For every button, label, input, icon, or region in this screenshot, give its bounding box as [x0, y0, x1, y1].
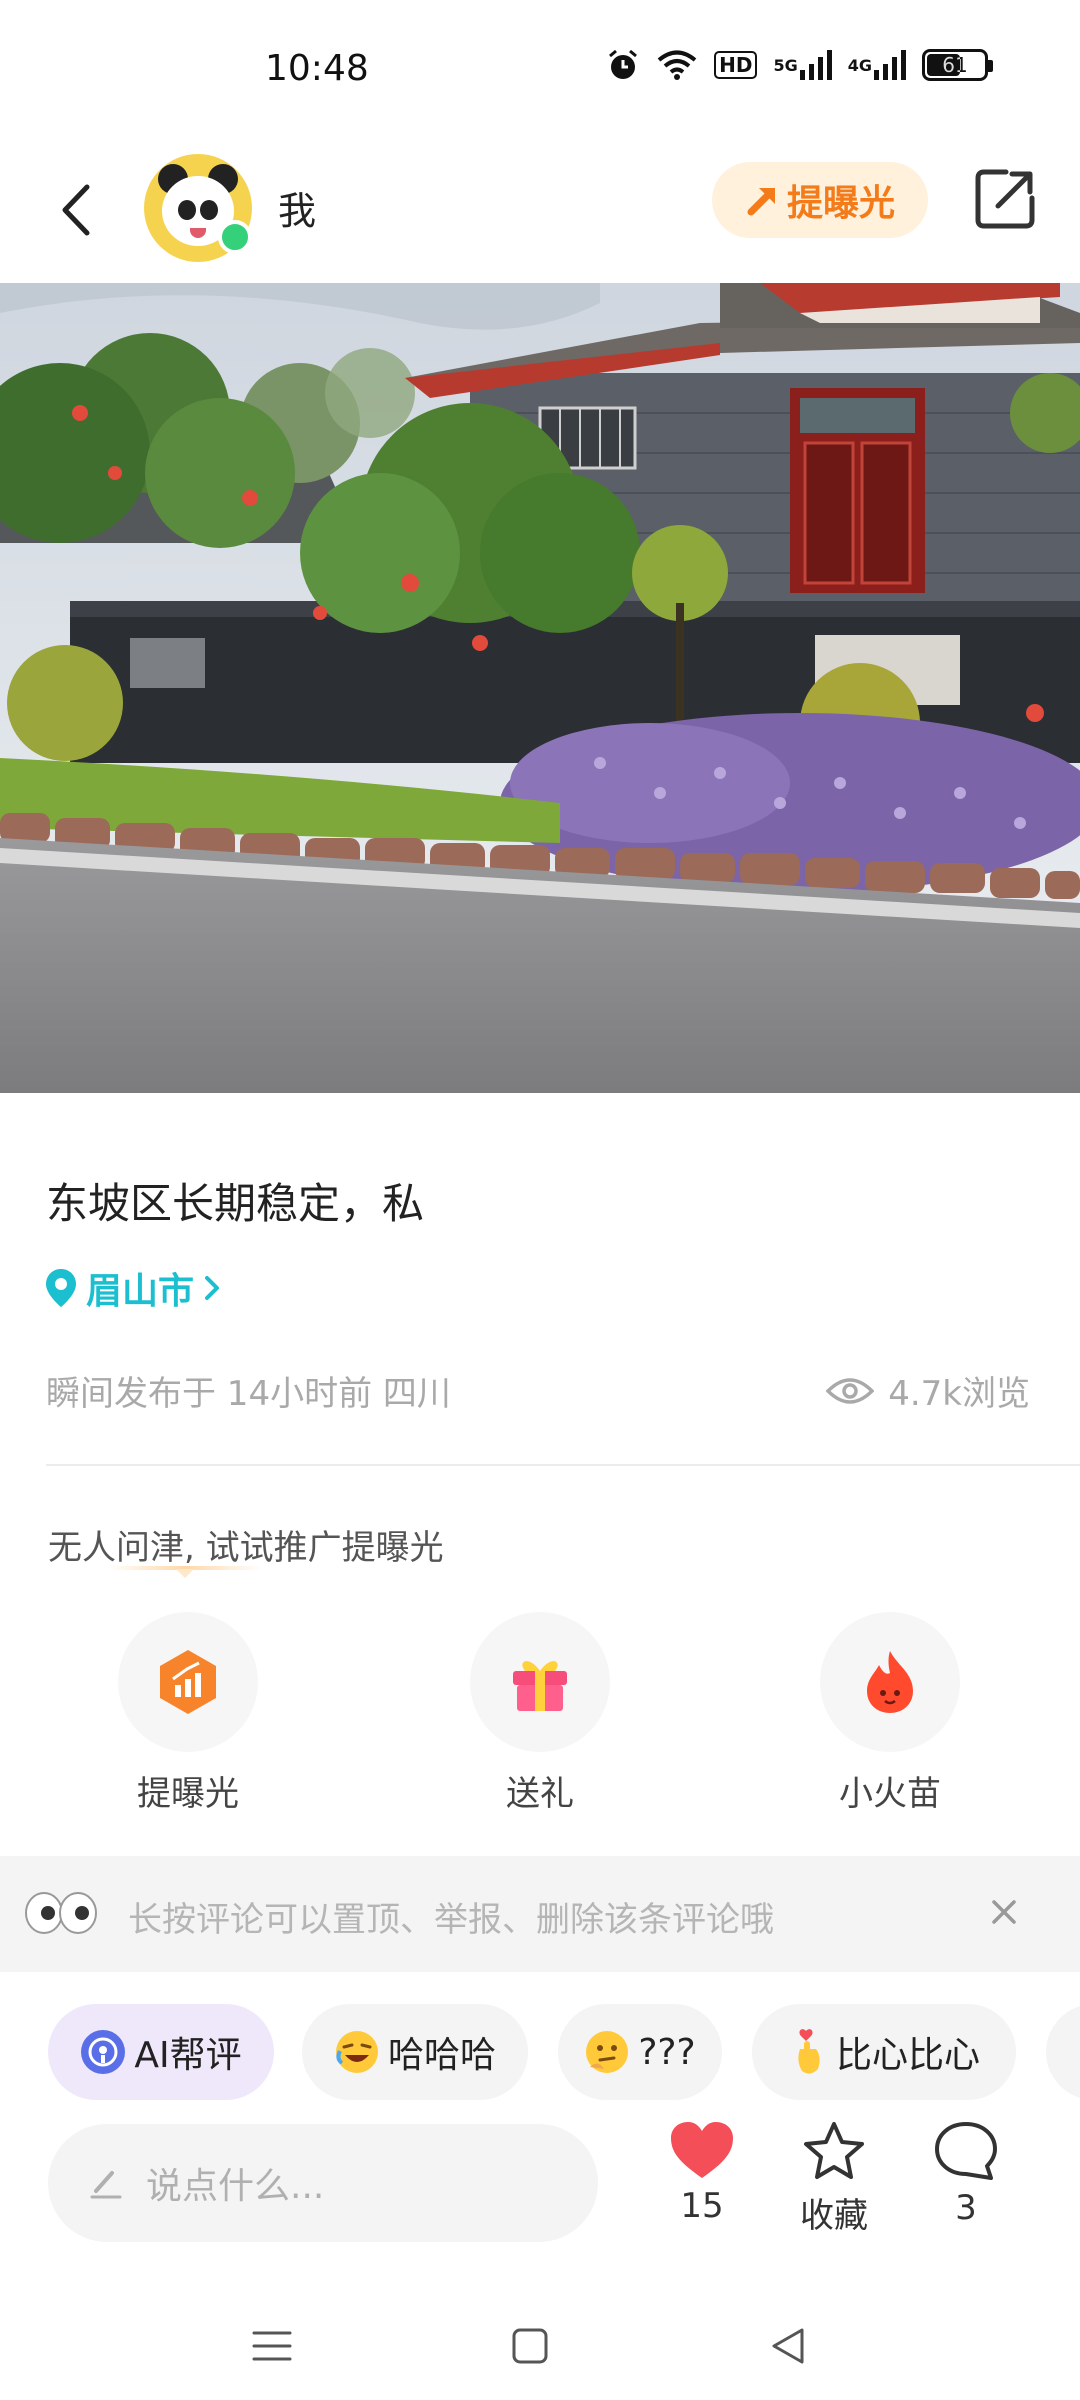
- comment-tip-banner: 长按评论可以置顶、举报、删除该条评论哦: [0, 1856, 1080, 1972]
- comment-input-placeholder: 说点什么...: [146, 2166, 325, 2207]
- back-button[interactable]: [46, 170, 106, 250]
- menu-icon: [252, 2331, 292, 2361]
- nav-back-button[interactable]: [758, 2316, 818, 2376]
- action-boost-label: 提曝光: [137, 1774, 239, 1814]
- quick-reply-chips: AI帮评 哈哈哈 ??? 比心比心: [0, 2004, 1080, 2100]
- tip-text: 长按评论可以置顶、举报、删除该条评论哦: [128, 1900, 774, 1940]
- promo-actions: 提曝光 送礼 小火苗: [0, 1612, 1080, 1815]
- chip-question[interactable]: ???: [558, 2004, 722, 2100]
- action-flame-label: 小火苗: [839, 1774, 941, 1814]
- network-label-4g: 4G: [847, 55, 872, 75]
- hd-icon: HD: [714, 51, 758, 79]
- boost-arrow-icon: [747, 188, 775, 216]
- home-square-icon: [512, 2328, 548, 2364]
- share-icon: [975, 169, 1035, 229]
- comment-bubble-icon: [935, 2122, 997, 2180]
- comment-count: 3: [955, 2188, 977, 2228]
- system-nav-bar: [0, 2290, 1080, 2400]
- signal-5g-icon: 5G: [773, 50, 832, 80]
- post-photo[interactable]: [0, 283, 1080, 1093]
- eyes-icon: [24, 1890, 98, 1936]
- back-triangle-icon: [772, 2328, 804, 2364]
- wifi-icon: [656, 48, 698, 82]
- favorite-button[interactable]: 收藏: [779, 2120, 889, 2237]
- like-button[interactable]: 15: [647, 2120, 757, 2226]
- action-gift[interactable]: 送礼: [440, 1612, 640, 1815]
- location-pin-icon: [46, 1269, 76, 1307]
- heart-icon: [671, 2122, 733, 2178]
- thinking-emoji-icon: [586, 2031, 629, 2073]
- chip-ai-review[interactable]: AI帮评: [48, 2004, 274, 2100]
- post-meta: 瞬间发布于 14小时前 四川: [46, 1374, 451, 1414]
- alarm-icon: [606, 48, 640, 82]
- laughing-emoji-icon: [335, 2031, 378, 2073]
- house-garden-photo: [0, 283, 1080, 1093]
- promo-hint: 无人问津, 试试推广提曝光: [48, 1528, 444, 1568]
- comment-input[interactable]: 说点什么...: [48, 2124, 598, 2242]
- status-time: 10:48: [265, 48, 369, 89]
- like-count: 15: [680, 2186, 724, 2226]
- online-status-dot: [218, 220, 252, 254]
- post-title: 东坡区长期稳定，私: [46, 1179, 425, 1228]
- chip-finger-heart[interactable]: 比心比心: [752, 2004, 1016, 2100]
- nav-home-button[interactable]: [500, 2316, 560, 2376]
- view-count: 4.7k浏览: [826, 1366, 1030, 1415]
- hd-label: HD: [714, 51, 758, 79]
- pencil-icon: [90, 2171, 122, 2199]
- chip-ai-label: AI帮评: [134, 2035, 242, 2076]
- eye-icon: [826, 1377, 875, 1404]
- battery-icon: 61: [922, 49, 993, 81]
- close-icon: [992, 1900, 1016, 1924]
- promo-caret: [176, 1569, 194, 1578]
- view-count-label: 4.7k浏览: [888, 1374, 1030, 1414]
- chip-finger-heart-label: 比心比心: [835, 2035, 980, 2076]
- status-bar: 10:48 HD 5G 4G 61: [0, 0, 1080, 140]
- favorite-label: 收藏: [800, 2196, 868, 2236]
- boost-chart-icon: [118, 1612, 258, 1752]
- comment-button[interactable]: 3: [911, 2120, 1021, 2228]
- boost-button[interactable]: 提曝光: [712, 162, 928, 238]
- action-boost[interactable]: 提曝光: [88, 1612, 288, 1815]
- star-icon: [804, 2122, 864, 2179]
- signal-4g-icon: 4G: [848, 50, 906, 80]
- nav-menu-button[interactable]: [242, 2316, 302, 2376]
- divider: [46, 1464, 1080, 1466]
- chip-question-label: ???: [638, 2031, 696, 2073]
- location-link[interactable]: 眉山市: [44, 1262, 222, 1314]
- chevron-right-icon: [205, 1276, 220, 1300]
- chip-more[interactable]: [1046, 2004, 1080, 2100]
- action-flame[interactable]: 小火苗: [790, 1612, 990, 1815]
- flame-icon: [820, 1612, 960, 1752]
- gift-icon: [470, 1612, 610, 1752]
- top-header: 我 提曝光: [0, 140, 1080, 280]
- network-label-5g: 5G: [773, 55, 798, 75]
- battery-level: 61: [942, 53, 968, 77]
- chip-hahaha-label: 哈哈哈: [387, 2035, 496, 2076]
- ai-icon: [81, 2030, 126, 2074]
- location-label: 眉山市: [86, 1271, 195, 1312]
- chip-hahaha[interactable]: 哈哈哈: [302, 2004, 528, 2100]
- status-icons: HD 5G 4G 61: [606, 48, 993, 82]
- boost-label: 提曝光: [786, 183, 895, 224]
- finger-heart-emoji-icon: [798, 2029, 820, 2074]
- close-tip-button[interactable]: [976, 1884, 1032, 1940]
- share-button[interactable]: [972, 166, 1038, 232]
- action-gift-label: 送礼: [506, 1774, 574, 1814]
- username[interactable]: 我: [278, 180, 316, 235]
- back-arrow-icon: [62, 184, 90, 236]
